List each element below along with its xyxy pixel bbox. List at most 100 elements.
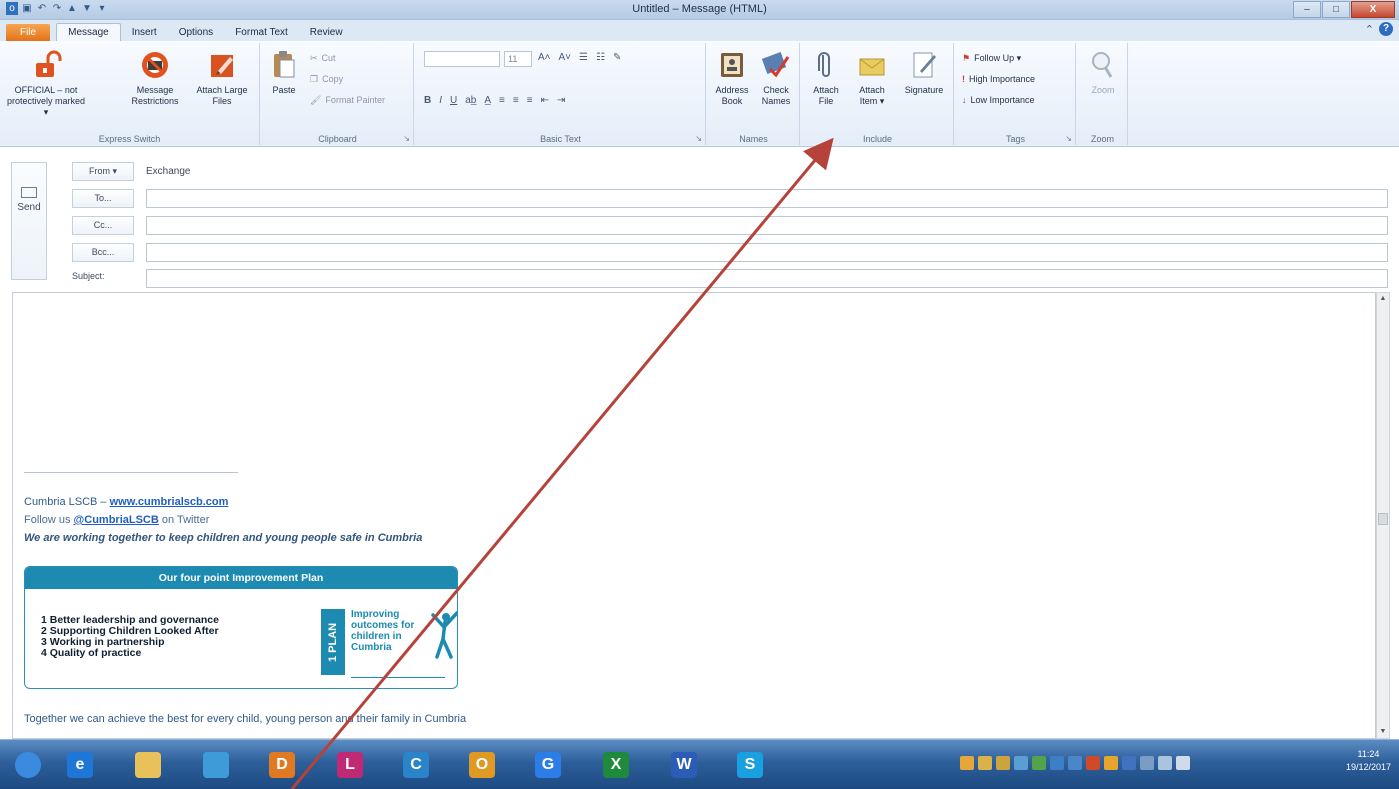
attach-large-files-button[interactable]: Attach Large Files: [194, 49, 250, 107]
taskbar-outlook[interactable]: O: [462, 746, 502, 784]
highlight-icon[interactable]: ab̲: [465, 95, 476, 106]
check-names-button[interactable]: Check Names: [756, 49, 796, 107]
check-names-label: Check Names: [761, 85, 791, 106]
signature-website-link[interactable]: www.cumbrialscb.com: [110, 496, 229, 508]
down-arrow-icon: ↓: [962, 95, 967, 105]
numbering-icon[interactable]: ☷: [596, 52, 605, 63]
bold-button[interactable]: B: [424, 95, 431, 106]
outlook-icon: O: [469, 752, 495, 778]
tab-review[interactable]: Review: [299, 24, 354, 41]
zoom-label: Zoom: [1091, 85, 1115, 95]
format-painter-button[interactable]: 🖌 Format Painter: [310, 93, 385, 107]
minimize-button[interactable]: –: [1293, 1, 1321, 18]
decrease-indent-icon[interactable]: ⇤: [541, 95, 549, 106]
plan-title: Our four point Improvement Plan: [25, 567, 457, 589]
italic-button[interactable]: I: [439, 95, 442, 106]
taskbar-start-orb[interactable]: [8, 746, 48, 784]
font-name-combo[interactable]: [424, 51, 500, 67]
taskbar-app-5[interactable]: D: [262, 746, 302, 784]
copy-button[interactable]: ❐ Copy: [310, 72, 343, 86]
message-restrictions-button[interactable]: Message Restrictions: [120, 49, 190, 107]
tray-icon[interactable]: [1104, 756, 1118, 770]
basic-text-launcher-icon[interactable]: ↘: [695, 134, 702, 143]
tray-icon[interactable]: [1122, 756, 1136, 770]
tab-options[interactable]: Options: [168, 24, 224, 41]
font-color-icon[interactable]: A̲: [484, 95, 491, 106]
align-center-icon[interactable]: ≡: [513, 95, 519, 106]
zoom-button[interactable]: Zoom: [1083, 49, 1123, 96]
explorer-icon: [135, 752, 161, 778]
body-scrollbar[interactable]: ▲ ▼: [1376, 292, 1390, 739]
grow-font-icon[interactable]: A˄: [538, 52, 551, 63]
paste-button[interactable]: Paste: [266, 49, 302, 96]
scroll-up-icon[interactable]: ▲: [1377, 293, 1389, 305]
from-button[interactable]: From ▾: [72, 162, 134, 181]
bcc-field[interactable]: [146, 243, 1388, 262]
volume-icon[interactable]: [1176, 756, 1190, 770]
signature-twitter-link[interactable]: @CumbriaLSCB: [74, 514, 159, 526]
subject-field[interactable]: [146, 269, 1388, 288]
taskbar-app-6[interactable]: L: [330, 746, 370, 784]
high-importance-button[interactable]: ! High Importance: [962, 72, 1035, 86]
taskbar-ie[interactable]: e: [60, 746, 100, 784]
underline-button[interactable]: U: [450, 95, 457, 106]
attach-item-button[interactable]: Attach Item ▾: [850, 49, 894, 107]
taskbar-google-chrome[interactable]: G: [528, 746, 568, 784]
tab-insert[interactable]: Insert: [121, 24, 168, 41]
cut-button[interactable]: ✂ Cut: [310, 51, 336, 65]
magnifier-icon: [1092, 52, 1113, 78]
clear-formatting-icon[interactable]: ✎: [613, 52, 621, 63]
help-icon[interactable]: ?: [1379, 22, 1393, 36]
tray-icon[interactable]: [960, 756, 974, 770]
tags-launcher-icon[interactable]: ↘: [1065, 134, 1072, 143]
to-field[interactable]: [146, 189, 1388, 208]
align-right-icon[interactable]: ≡: [527, 95, 533, 106]
close-button[interactable]: X: [1351, 1, 1395, 18]
taskbar-word[interactable]: W: [664, 746, 704, 784]
signature-follow-suffix: on Twitter: [158, 514, 210, 526]
align-left-icon[interactable]: ≡: [499, 95, 505, 106]
minimize-ribbon-icon[interactable]: ⌃: [1365, 23, 1374, 36]
to-button[interactable]: To...: [72, 189, 134, 208]
taskbar-app-4[interactable]: [196, 746, 236, 784]
tray-icon[interactable]: [1140, 756, 1154, 770]
font-size-combo[interactable]: 11: [504, 51, 532, 67]
ribbon-tabs: File Message Insert Options Format Text …: [0, 20, 1399, 41]
taskbar-explorer[interactable]: [128, 746, 168, 784]
tray-icon[interactable]: [1014, 756, 1028, 770]
network-icon[interactable]: [1158, 756, 1172, 770]
tab-format-text[interactable]: Format Text: [224, 24, 299, 41]
cc-button[interactable]: Cc...: [72, 216, 134, 235]
scroll-down-icon[interactable]: ▼: [1377, 726, 1389, 738]
cc-field[interactable]: [146, 216, 1388, 235]
scroll-thumb[interactable]: [1378, 513, 1388, 525]
increase-indent-icon[interactable]: ⇥: [557, 95, 565, 106]
follow-up-button[interactable]: ⚑ Follow Up ▾: [962, 51, 1021, 65]
official-marking-button[interactable]: OFFICIAL – not protectively marked ▾: [6, 49, 86, 118]
shrink-font-icon[interactable]: A˅: [559, 52, 572, 63]
send-button[interactable]: Send: [11, 162, 47, 280]
signature-button[interactable]: Signature: [898, 49, 950, 96]
low-importance-button[interactable]: ↓ Low Importance: [962, 93, 1035, 107]
low-importance-label: Low Importance: [970, 95, 1035, 105]
bullets-icon[interactable]: ☰: [579, 52, 588, 63]
tray-icon[interactable]: [1032, 756, 1046, 770]
attach-file-button[interactable]: Attach File: [806, 49, 846, 107]
clock-time: 11:24: [1357, 749, 1380, 759]
tray-icon[interactable]: [1050, 756, 1064, 770]
taskbar-excel[interactable]: X: [596, 746, 636, 784]
taskbar-app-7[interactable]: C: [396, 746, 436, 784]
tray-icon[interactable]: [996, 756, 1010, 770]
clock[interactable]: 11:24 19/12/2017: [1346, 748, 1391, 774]
bcc-button[interactable]: Bcc...: [72, 243, 134, 262]
tab-file[interactable]: File: [6, 24, 51, 41]
address-book-button[interactable]: Address Book: [712, 49, 752, 107]
maximize-button[interactable]: □: [1322, 1, 1350, 18]
plan-tagline-line: children in: [351, 631, 402, 642]
clipboard-launcher-icon[interactable]: ↘: [403, 134, 410, 143]
tray-icon[interactable]: [978, 756, 992, 770]
taskbar-skype[interactable]: S: [730, 746, 770, 784]
tray-icon[interactable]: [1068, 756, 1082, 770]
tab-message[interactable]: Message: [56, 23, 121, 41]
tray-icon[interactable]: [1086, 756, 1100, 770]
